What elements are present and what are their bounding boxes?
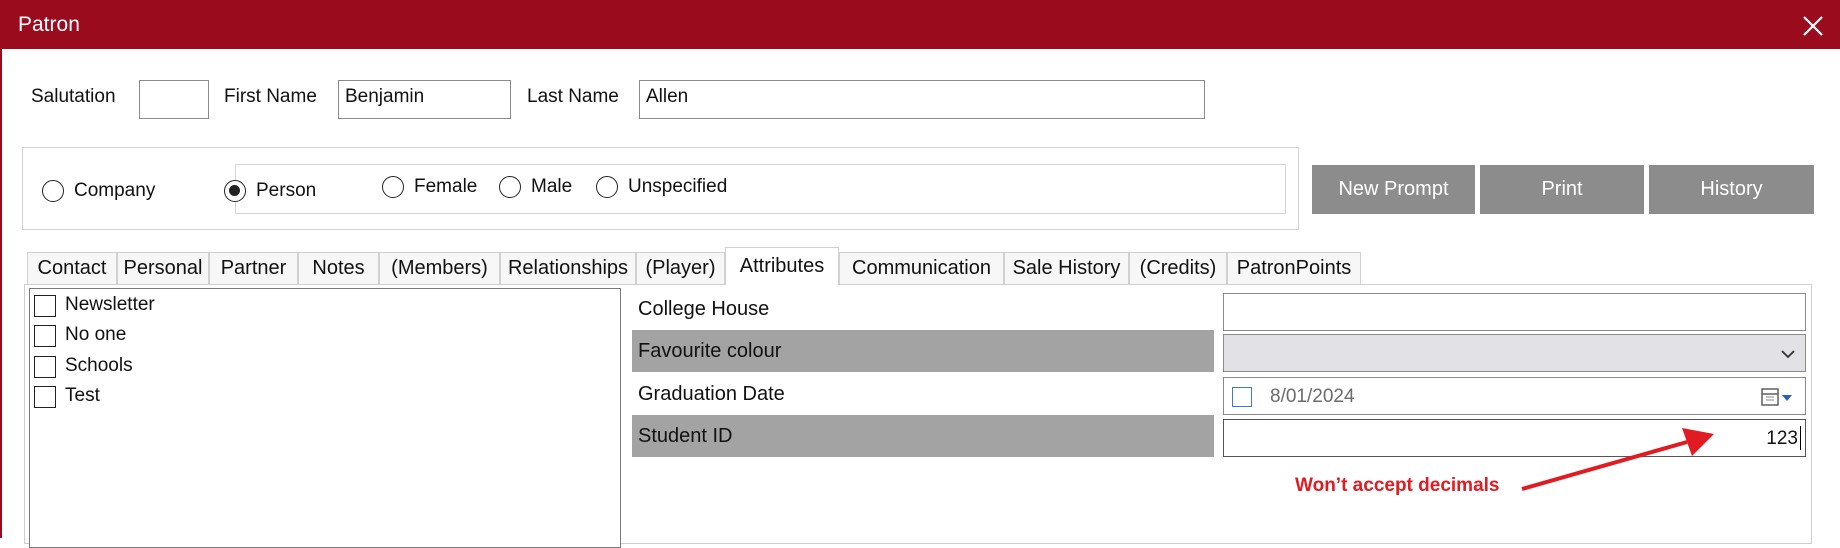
tab-attributes[interactable]: Attributes — [725, 247, 839, 285]
calendar-dropdown-icon[interactable] — [1760, 387, 1798, 407]
salutation-field[interactable] — [139, 80, 209, 119]
no-one-checkbox[interactable] — [34, 325, 56, 347]
college-house-label: College House — [638, 298, 770, 320]
schools-checkbox[interactable] — [34, 356, 56, 378]
close-icon — [1803, 16, 1823, 36]
favourite-colour-dropdown[interactable] — [1223, 334, 1806, 372]
company-radio[interactable] — [42, 180, 64, 202]
tab-sale-history[interactable]: Sale History — [1004, 252, 1129, 284]
title-bar: Patron — [2, 0, 1840, 49]
new-prompt-button[interactable]: New Prompt — [1312, 165, 1475, 214]
close-button[interactable] — [1793, 6, 1833, 46]
tab-partner[interactable]: Partner — [209, 252, 298, 284]
college-house-field[interactable] — [1223, 293, 1806, 331]
list-item: Newsletter — [65, 294, 155, 315]
annotation-text: Won’t accept decimals — [1295, 475, 1500, 496]
first-name-field[interactable]: Benjamin — [338, 80, 511, 119]
chevron-down-icon — [1781, 350, 1795, 359]
newsletter-checkbox[interactable] — [34, 295, 56, 317]
favourite-colour-label: Favourite colour — [632, 330, 1214, 372]
graduation-date-value: 8/01/2024 — [1270, 386, 1355, 407]
graduation-date-checkbox[interactable] — [1232, 387, 1252, 407]
person-label: Person — [256, 180, 317, 201]
female-radio[interactable] — [382, 176, 404, 198]
tab-communication[interactable]: Communication — [839, 252, 1004, 284]
tab-contact[interactable]: Contact — [27, 252, 117, 284]
female-label: Female — [414, 176, 478, 197]
male-label: Male — [531, 176, 573, 197]
history-button[interactable]: History — [1649, 165, 1814, 214]
test-checkbox[interactable] — [34, 386, 56, 408]
patron-window: Patron Salutation First Name Benjamin La… — [0, 0, 1840, 548]
last-name-label: Last Name — [527, 86, 619, 107]
male-radio[interactable] — [499, 176, 521, 198]
unspecified-label: Unspecified — [628, 176, 728, 197]
text-cursor — [1799, 426, 1801, 450]
tab-player[interactable]: (Player) — [636, 252, 725, 284]
unspecified-radio[interactable] — [596, 176, 618, 198]
tab-notes[interactable]: Notes — [298, 252, 379, 284]
graduation-date-picker[interactable]: 8/01/2024 — [1223, 377, 1806, 415]
first-name-label: First Name — [224, 86, 317, 107]
annotation-arrow-icon — [1521, 428, 1714, 491]
person-radio[interactable] — [224, 180, 246, 202]
graduation-date-label: Graduation Date — [638, 383, 785, 405]
tab-credits[interactable]: (Credits) — [1129, 252, 1227, 284]
student-id-label: Student ID — [632, 415, 1214, 457]
list-item: Test — [65, 385, 100, 406]
tab-patronpoints[interactable]: PatronPoints — [1227, 252, 1361, 284]
tab-relationships[interactable]: Relationships — [500, 252, 636, 284]
student-id-value: 123 — [1766, 428, 1798, 449]
attributes-checklist[interactable]: Newsletter No one Schools Test — [29, 288, 621, 548]
last-name-field[interactable]: Allen — [639, 80, 1205, 119]
tab-members[interactable]: (Members) — [379, 252, 500, 284]
list-item: Schools — [65, 355, 133, 376]
tab-personal[interactable]: Personal — [117, 252, 209, 284]
company-label: Company — [74, 180, 156, 201]
window-title: Patron — [18, 13, 80, 36]
salutation-label: Salutation — [31, 86, 116, 107]
list-item: No one — [65, 324, 127, 345]
print-button[interactable]: Print — [1480, 165, 1644, 214]
